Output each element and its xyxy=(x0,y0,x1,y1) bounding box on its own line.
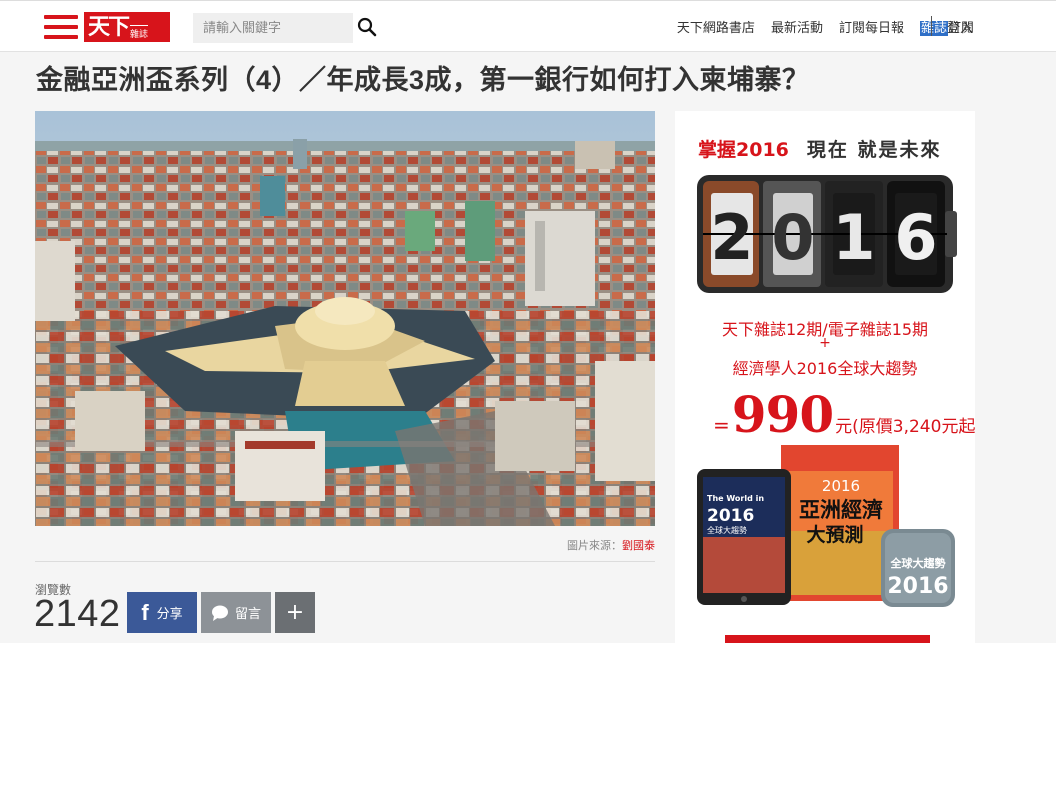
mag-year: 2016 xyxy=(822,477,860,495)
article-hero-image xyxy=(35,111,655,526)
logo-text: 天下 xyxy=(88,14,130,40)
badge-title: 全球大趨勢 xyxy=(890,556,946,570)
flip-digit-1: 2 xyxy=(710,201,753,274)
price-equals: = xyxy=(713,413,730,437)
speech-bubble-icon xyxy=(211,605,228,621)
logo-subtext: 雜誌 xyxy=(130,24,149,40)
ad-product-images: 2016 亞洲經濟 大預測 The World in 2016 全球大趨勢 全球… xyxy=(697,445,955,607)
search-icon[interactable] xyxy=(357,17,377,37)
comment-button[interactable]: 留言 xyxy=(201,592,271,633)
nav-events[interactable]: 最新活動 xyxy=(771,17,823,36)
ad-price: = 990 元(原價3,240元起) xyxy=(713,385,975,444)
badge-year: 2016 xyxy=(887,574,948,599)
facebook-share-button[interactable]: f 分享 xyxy=(127,592,197,633)
more-share-button[interactable]: + xyxy=(275,592,315,633)
ad-line-plus: + xyxy=(819,335,831,351)
facebook-icon: f xyxy=(141,599,149,625)
content-divider xyxy=(35,561,655,562)
top-nav: 天下網路書店 最新活動 訂閱每日報 雜誌訂閱 xyxy=(661,17,974,36)
price-number: 990 xyxy=(731,385,834,444)
article-title: 金融亞洲盃系列（4）／年成長3成，第一銀行如何打入柬埔寨？ xyxy=(36,65,810,95)
site-logo[interactable]: 天下 雜誌 xyxy=(84,12,170,42)
login-link[interactable]: 登入 xyxy=(947,17,973,36)
search-input[interactable]: 請輸入關鍵字 xyxy=(193,13,353,43)
views-count: 2142 xyxy=(34,593,121,635)
mag-title: 亞洲經濟 xyxy=(799,498,883,522)
menu-icon[interactable] xyxy=(44,13,78,41)
ad-bottom-bar xyxy=(725,635,930,643)
share-label: 分享 xyxy=(156,607,183,622)
ad-headline-red: 掌握2016 xyxy=(698,139,789,161)
tablet-subtitle: 全球大趨勢 xyxy=(707,525,747,535)
flip-digit-2: 0 xyxy=(771,201,814,274)
nav-subscribe-highlight: 雜誌 xyxy=(919,21,948,36)
ad-headline-dark: 現在 就是未來 xyxy=(806,139,942,161)
top-header: 天下 雜誌 請輸入關鍵字 天下網路書店 最新活動 訂閱每日報 雜誌訂閱 登入 xyxy=(0,0,1056,52)
photo-credit-name[interactable]: 劉國泰 xyxy=(622,539,655,552)
mag-subtitle: 大預測 xyxy=(806,523,863,546)
nav-bookstore[interactable]: 天下網路書店 xyxy=(677,17,755,36)
ad-headline: 掌握2016 現在 就是未來 xyxy=(698,135,942,162)
tablet-year: 2016 xyxy=(707,506,754,526)
flip-digit-3: 1 xyxy=(832,201,875,274)
advertisement-banner[interactable]: 掌握2016 現在 就是未來 2 0 1 6 天下雜誌12期/電子雜誌15期 + … xyxy=(675,111,975,643)
flip-clock-image: 2 0 1 6 xyxy=(697,175,957,293)
comment-label: 留言 xyxy=(234,607,261,622)
tablet-title: The World in xyxy=(707,494,764,503)
ad-line-3: 經濟學人2016全球大趨勢 xyxy=(732,359,918,378)
nav-divider xyxy=(931,16,932,36)
price-original: 元(原價3,240元起) xyxy=(835,417,975,437)
photo-credit: 圖片來源：劉國泰 xyxy=(567,537,655,553)
flip-digit-4: 6 xyxy=(894,201,937,274)
photo-credit-label: 圖片來源： xyxy=(567,539,622,552)
nav-daily-subscribe[interactable]: 訂閱每日報 xyxy=(839,17,904,36)
